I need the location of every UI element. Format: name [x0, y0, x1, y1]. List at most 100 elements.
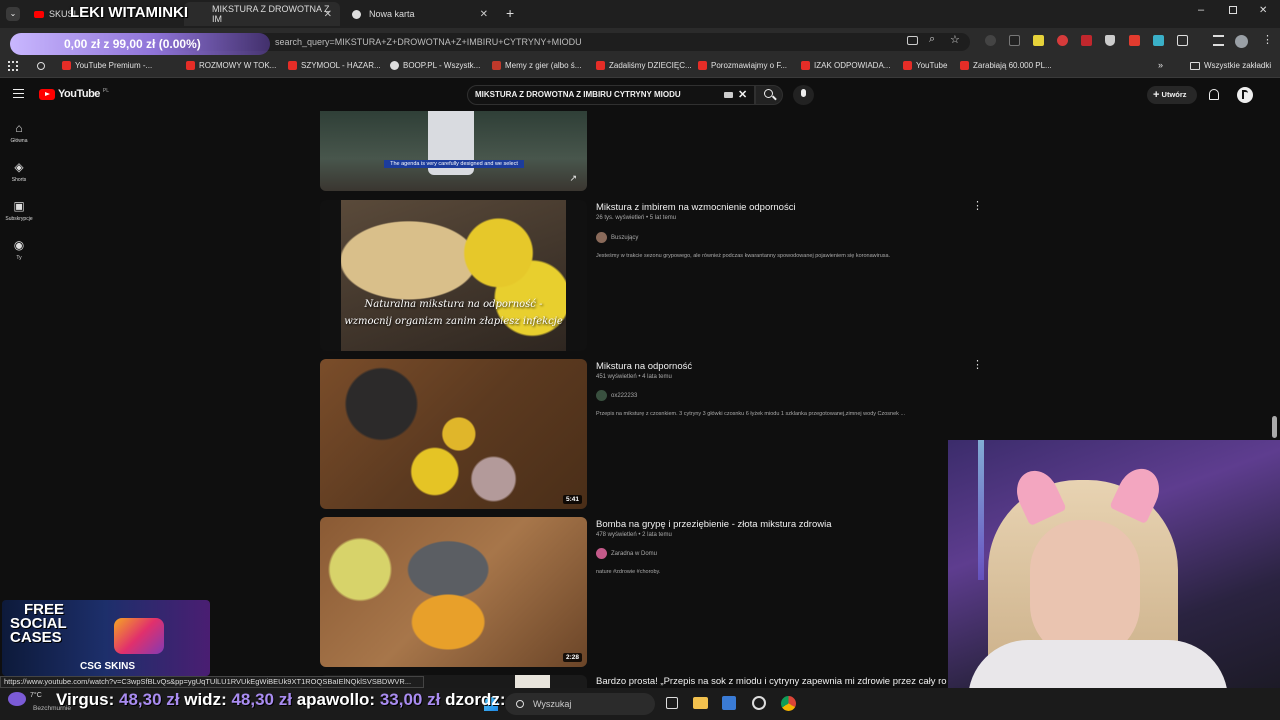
bookmark-item[interactable]: Memy z gier (albo ś...	[492, 61, 581, 70]
youtube-play-icon	[39, 88, 55, 100]
apps-grid-icon[interactable]	[8, 61, 18, 71]
youtube-icon	[801, 61, 810, 70]
tab-active-search[interactable]: MIKSTURA Z DROWOTNA Z IM ✕	[184, 2, 340, 26]
bookmark-item[interactable]: Porozmawiajmy o F...	[698, 61, 787, 70]
close-window-icon[interactable]: ✕	[1259, 5, 1267, 16]
task-view-icon[interactable]	[666, 697, 678, 709]
video-thumbnail[interactable]: 5:41	[320, 359, 587, 509]
voice-search-button[interactable]	[793, 85, 814, 105]
thumbnail-image	[515, 675, 550, 688]
video-title[interactable]: Bardzo prosta! „Przepis na sok z miodu i…	[596, 676, 948, 687]
video-menu-icon[interactable]: ⋮	[972, 199, 983, 212]
bookmark-item[interactable]: YouTube Premium -...	[62, 61, 152, 70]
channel-link[interactable]: Buszujący	[596, 232, 638, 243]
extension-icon[interactable]	[1129, 35, 1140, 46]
taskbar-search-input[interactable]: Wyszukaj	[505, 693, 655, 715]
youtube-icon	[596, 61, 605, 70]
subscriptions-icon: ▣	[13, 199, 25, 213]
video-title[interactable]: Mikstura na odporność	[596, 361, 692, 372]
tab-new-tab[interactable]: Nowa karta ✕	[344, 2, 496, 26]
bookmark-item[interactable]: YouTube	[903, 61, 947, 70]
youtube-icon	[186, 61, 195, 70]
extension-icon[interactable]	[1009, 35, 1020, 46]
bookmark-item[interactable]: Zarabiają 60.000 PL...	[960, 61, 1052, 70]
bookmark-item[interactable]: IZAK ODPOWIADA...	[801, 61, 890, 70]
adblock-icon[interactable]	[1081, 35, 1092, 46]
bookmark-icon[interactable]	[37, 62, 45, 70]
channel-name: Zaradna w Domu	[611, 550, 658, 557]
video-title[interactable]: Bomba na grypę i przeziębienie - złota m…	[596, 519, 832, 530]
extension-icon[interactable]	[1153, 35, 1164, 46]
external-link-icon[interactable]: ↗	[569, 173, 577, 184]
bookmark-star-icon[interactable]: ☆	[950, 33, 960, 46]
weather-icon[interactable]	[8, 692, 26, 706]
video-thumbnail[interactable]: Naturalna mikstura na odporność - wzmocn…	[320, 200, 587, 351]
weather-temp: 7°C	[30, 692, 42, 699]
minimize-icon[interactable]: –	[1198, 4, 1204, 16]
tab-list-chevron-icon[interactable]: ⌄	[6, 7, 20, 21]
bookmark-item[interactable]: Zadaliśmy DZIECIĘC...	[596, 61, 692, 70]
maximize-icon[interactable]	[1229, 6, 1237, 14]
browser-tab-strip: ⌄ SKUSI MIKSTURA Z DROWOTNA Z IM ✕ Nowa …	[0, 0, 1280, 28]
store-icon[interactable]	[722, 696, 736, 710]
bookmarks-bar: YouTube Premium -... ROZMOWY W TOK... SZ…	[0, 56, 1280, 78]
sidebar-item-home[interactable]: ⌂ Główna	[0, 121, 38, 144]
bookmark-item[interactable]: ROZMOWY W TOK...	[186, 61, 276, 70]
home-icon: ⌂	[15, 121, 23, 135]
sidebar-item-shorts[interactable]: ◈ Shorts	[0, 160, 38, 183]
channel-avatar	[596, 390, 607, 401]
bookmark-label: IZAK ODPOWIADA...	[814, 61, 891, 70]
channel-avatar	[596, 548, 607, 559]
extension-icon[interactable]	[985, 35, 996, 46]
youtube-logo[interactable]: YouTube PL	[39, 88, 109, 100]
donor-amount: 48,30 zł	[231, 690, 292, 709]
chrome-taskbar-icon[interactable]	[781, 696, 796, 711]
file-explorer-icon[interactable]	[693, 697, 708, 709]
puzzle-icon[interactable]	[1177, 35, 1188, 46]
video-meta: 451 wyświetleń • 4 lata temu	[596, 374, 672, 380]
shield-icon[interactable]	[1105, 35, 1115, 46]
sidebar-item-subscriptions[interactable]: ▣ Subskrypcje	[0, 199, 38, 222]
bookmarks-overflow-icon[interactable]: »	[1158, 60, 1163, 70]
channel-link[interactable]: ox222233	[596, 390, 637, 401]
close-tab-icon[interactable]: ✕	[480, 9, 488, 20]
search-button[interactable]	[755, 85, 783, 105]
page-scrollbar[interactable]	[1272, 416, 1277, 438]
clear-search-icon[interactable]: ✕	[738, 86, 747, 104]
shorts-icon: ◈	[14, 160, 24, 174]
video-thumbnail[interactable]: 2:28	[320, 517, 587, 667]
keyboard-icon[interactable]	[724, 92, 733, 98]
hamburger-menu-icon[interactable]	[13, 89, 24, 98]
extension-icon[interactable]	[1033, 35, 1044, 46]
install-app-icon[interactable]	[907, 36, 918, 45]
media-control-icon[interactable]	[1213, 35, 1224, 46]
menu-dots-icon[interactable]: ⋮	[1262, 33, 1273, 46]
search-input[interactable]: MIKSTURA Z DROWOTNA Z IMBIRU CYTRYNY MIO…	[467, 85, 755, 105]
notifications-bell-icon[interactable]	[1209, 89, 1219, 100]
app-icon[interactable]	[752, 696, 766, 710]
video-title[interactable]: Mikstura z imbirem na wzmocnienie odporn…	[596, 202, 796, 213]
channel-link[interactable]: Zaradna w Domu	[596, 548, 657, 559]
close-tab-icon[interactable]: ✕	[324, 9, 332, 20]
thumbnail-caption-line: Naturalna mikstura na odporność -	[364, 299, 543, 310]
youtube-icon	[288, 61, 297, 70]
all-bookmarks-button[interactable]: Wszystkie zakładki	[1190, 61, 1271, 70]
extension-icon[interactable]	[1057, 35, 1068, 46]
promo-banner[interactable]: FREE SOCIAL CASES CSG SKINS	[2, 600, 210, 676]
profile-avatar[interactable]	[1235, 35, 1248, 48]
video-menu-icon[interactable]: ⋮	[972, 358, 983, 371]
bookmark-item[interactable]: BOOP.PL - Wszystk...	[390, 61, 480, 70]
sidebar-item-you[interactable]: ◉ Ty	[0, 238, 38, 261]
bookmark-item[interactable]: SZYMOOL - HAZAR...	[288, 61, 381, 70]
video-thumbnail[interactable]: The agenda is very carefully designed an…	[320, 111, 587, 191]
streamer-sweater	[968, 640, 1228, 692]
bookmark-u-icon	[492, 61, 501, 70]
zoom-icon[interactable]: ⌕	[929, 33, 935, 46]
bookmark-label: YouTube Premium -...	[75, 61, 153, 70]
new-tab-button[interactable]: +	[506, 5, 514, 21]
create-button[interactable]: + Utwórz	[1147, 86, 1197, 104]
channel-avatar	[596, 232, 607, 243]
thumbnail-caption: Naturalna mikstura na odporność - wzmocn…	[341, 296, 566, 330]
account-avatar[interactable]	[1237, 87, 1253, 103]
video-duration: 2:28	[562, 653, 582, 662]
